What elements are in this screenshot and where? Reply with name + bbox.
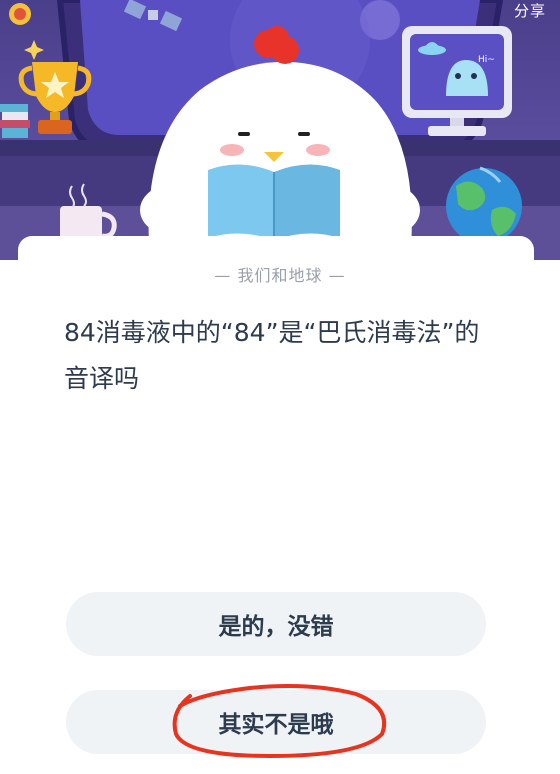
option-button-no[interactable]: 其实不是哦 <box>66 690 486 754</box>
badge-icon <box>9 3 31 25</box>
monitor-text: Hi~ <box>478 55 495 65</box>
category-label: — 我们和地球 — <box>214 266 346 285</box>
space-room-scene: Hi~ <box>0 0 560 260</box>
option-button-yes[interactable]: 是的，没错 <box>66 592 486 656</box>
globe-icon <box>446 166 522 244</box>
share-button[interactable]: 分享 <box>514 0 546 21</box>
question-text: 84消毒液中的“84”是“巴氏消毒法”的音译吗 <box>64 318 480 393</box>
option-label-yes: 是的，没错 <box>218 614 334 640</box>
books-icon <box>0 104 30 138</box>
book-icon <box>208 164 340 240</box>
option-label-no: 其实不是哦 <box>218 712 334 738</box>
header-illustration: Hi~ 分享 <box>0 0 560 260</box>
